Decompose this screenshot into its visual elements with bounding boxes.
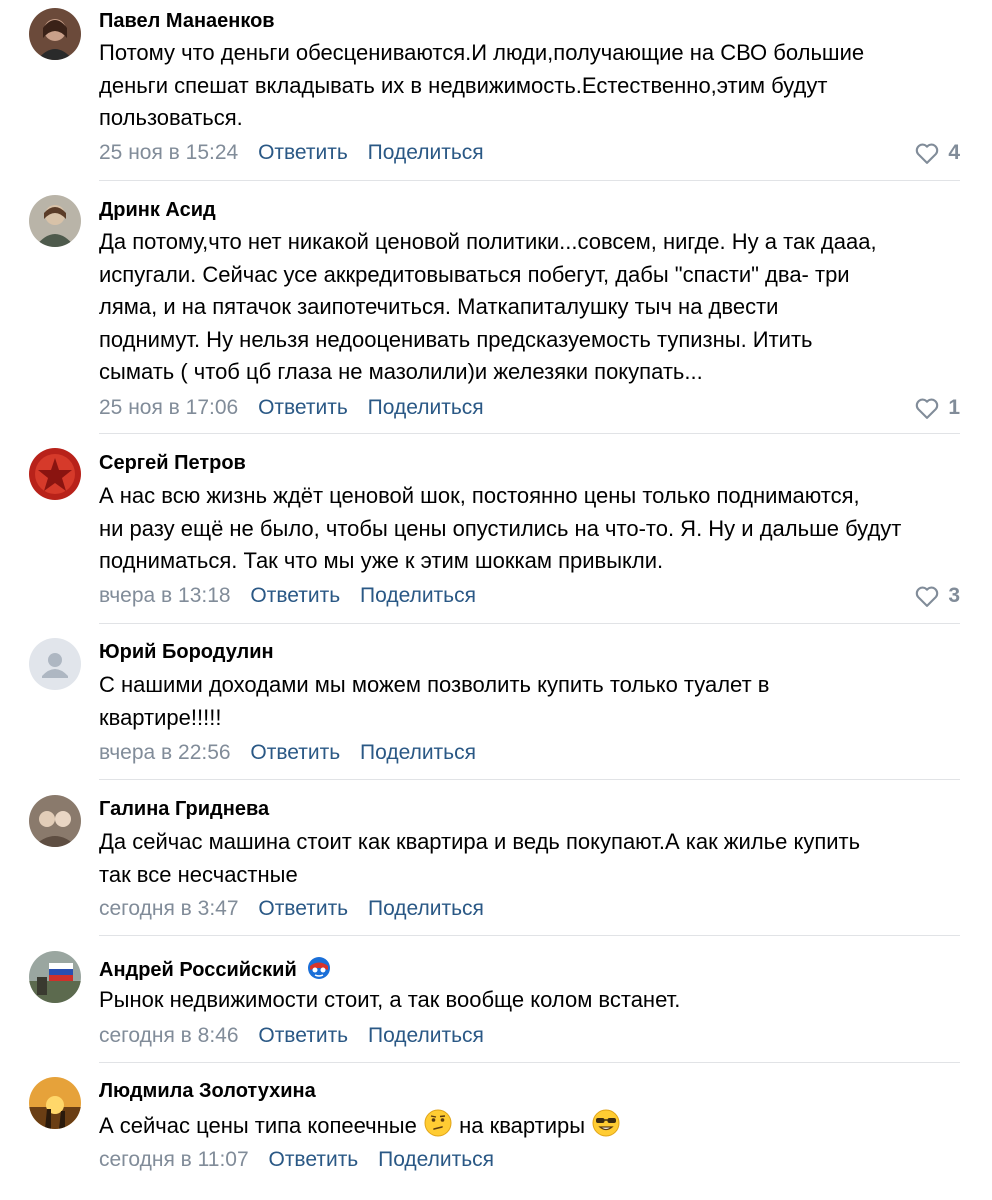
share-button[interactable]: Поделиться xyxy=(368,396,484,419)
author-name-text: Андрей Российский xyxy=(99,959,297,981)
share-button[interactable]: Поделиться xyxy=(360,741,476,764)
comment-line: Рынок недвижимости стоит, а так вообще к… xyxy=(99,987,681,1012)
reply-button[interactable]: Ответить xyxy=(250,741,340,764)
heart-icon xyxy=(916,398,939,419)
comment-line: поднимут. Ну нельзя недооценивать предск… xyxy=(99,326,813,352)
avatar[interactable] xyxy=(29,448,81,500)
comment-line: А нас всю жизнь ждёт ценовой шок, постоя… xyxy=(99,483,860,508)
comment-line: испугали. Сейчас усе аккредитовываться п… xyxy=(99,261,850,287)
comment-date[interactable]: сегодня в 3:47 xyxy=(99,897,239,920)
comment-date[interactable]: 25 ноя в 17:06 xyxy=(99,396,238,419)
author-name[interactable]: Юрий Бородулин xyxy=(99,641,274,664)
divider xyxy=(99,433,960,434)
sunglasses-emoji-icon xyxy=(592,1109,620,1137)
reply-button[interactable]: Ответить xyxy=(258,897,348,920)
comment-line: пользоваться. xyxy=(99,105,243,130)
comment-text: А нас всю жизнь ждёт ценовой шок, постоя… xyxy=(99,480,901,578)
comment-date[interactable]: вчера в 13:18 xyxy=(99,584,231,607)
like-button[interactable]: 1 xyxy=(914,396,960,420)
comment-line: ляма, и на пятачок заипотечиться. Маткап… xyxy=(99,294,779,319)
like-count: 3 xyxy=(948,584,960,607)
avatar[interactable] xyxy=(29,195,81,247)
author-name[interactable]: Дринк Асид xyxy=(99,199,216,222)
comment-date[interactable]: сегодня в 8:46 xyxy=(99,1024,239,1047)
divider xyxy=(99,180,960,181)
divider xyxy=(99,935,960,936)
avatar[interactable] xyxy=(29,795,81,847)
reply-button[interactable]: Ответить xyxy=(250,584,340,607)
comment-line: подниматься. Так что мы уже к этим шокка… xyxy=(99,548,664,573)
share-button[interactable]: Поделиться xyxy=(368,897,484,920)
comment-text: Потому что деньги обесцениваются.И люди,… xyxy=(99,37,864,135)
superhero-badge-icon xyxy=(308,957,331,979)
author-name[interactable]: Сергей Петров xyxy=(99,452,246,475)
author-name[interactable]: Галина Гриднева xyxy=(99,798,269,821)
comment-date[interactable]: вчера в 22:56 xyxy=(99,741,231,764)
comment-text: Да сейчас машина стоит как квартира и ве… xyxy=(99,826,860,891)
comment-text: А сейчас цены типа копеечные на квартиры xyxy=(99,1108,621,1143)
comment-line: Потому что деньги обесцениваются.И люди,… xyxy=(99,40,865,65)
avatar[interactable] xyxy=(29,638,81,690)
comment-text-part: на квартиры xyxy=(459,1113,586,1138)
comment-line: квартире!!!!! xyxy=(99,704,222,730)
share-button[interactable]: Поделиться xyxy=(360,584,476,607)
comment-meta: сегодня в 3:47 Ответить Поделиться xyxy=(99,897,498,921)
avatar[interactable] xyxy=(29,1077,81,1129)
comment-meta: 25 ноя в 17:06 Ответить Поделиться xyxy=(99,396,498,420)
comment-line: С нашими доходами мы можем позволить куп… xyxy=(99,672,770,697)
reply-button[interactable]: Ответить xyxy=(258,1024,348,1047)
heart-icon xyxy=(916,586,939,607)
comment-meta: сегодня в 11:07 Ответить Поделиться xyxy=(99,1148,508,1172)
avatar[interactable] xyxy=(29,951,81,1003)
comment-date[interactable]: сегодня в 11:07 xyxy=(99,1148,249,1171)
comment-date[interactable]: 25 ноя в 15:24 xyxy=(99,141,238,164)
author-name[interactable]: Павел Манаенков xyxy=(99,10,275,33)
comment-line: ни разу ещё не было, чтобы цены опустили… xyxy=(99,515,902,541)
comment-meta: вчера в 22:56 Ответить Поделиться xyxy=(99,741,490,765)
comment-meta: сегодня в 8:46 Ответить Поделиться xyxy=(99,1024,498,1048)
reply-button[interactable]: Ответить xyxy=(258,396,348,419)
author-name[interactable]: Андрей Российский xyxy=(99,955,332,982)
heart-icon xyxy=(916,143,939,164)
comment-meta: 25 ноя в 15:24 Ответить Поделиться xyxy=(99,141,498,165)
comment-text: Да потому,что нет никакой ценовой полити… xyxy=(99,226,877,389)
divider xyxy=(99,1062,960,1063)
comment-line: Да потому,что нет никакой ценовой полити… xyxy=(99,229,877,254)
like-count: 4 xyxy=(948,141,960,164)
comment-meta: вчера в 13:18 Ответить Поделиться xyxy=(99,584,490,608)
comment-line: сымать ( чтоб цб глаза не мазолили)и жел… xyxy=(99,359,703,384)
share-button[interactable]: Поделиться xyxy=(368,141,484,164)
reply-button[interactable]: Ответить xyxy=(258,141,348,164)
divider xyxy=(99,623,960,624)
like-button[interactable]: 4 xyxy=(914,141,960,165)
comment-line: Да сейчас машина стоит как квартира и ве… xyxy=(99,829,861,854)
reply-button[interactable]: Ответить xyxy=(268,1148,358,1171)
comment-text-part: А сейчас цены типа копеечные xyxy=(99,1113,417,1138)
comment-line: деньги спешат вкладывать их в недвижимос… xyxy=(99,72,828,98)
comment-text: С нашими доходами мы можем позволить куп… xyxy=(99,669,769,734)
comment-line: так все несчастные xyxy=(99,861,298,887)
thinking-emoji-icon xyxy=(424,1109,452,1137)
comment-text: Рынок недвижимости стоит, а так вообще к… xyxy=(99,984,680,1017)
like-button[interactable]: 3 xyxy=(914,584,960,608)
share-button[interactable]: Поделиться xyxy=(378,1148,494,1171)
author-name[interactable]: Людмила Золотухина xyxy=(99,1080,316,1103)
avatar[interactable] xyxy=(29,8,81,60)
divider xyxy=(99,779,960,780)
like-count: 1 xyxy=(948,396,960,419)
share-button[interactable]: Поделиться xyxy=(368,1024,484,1047)
